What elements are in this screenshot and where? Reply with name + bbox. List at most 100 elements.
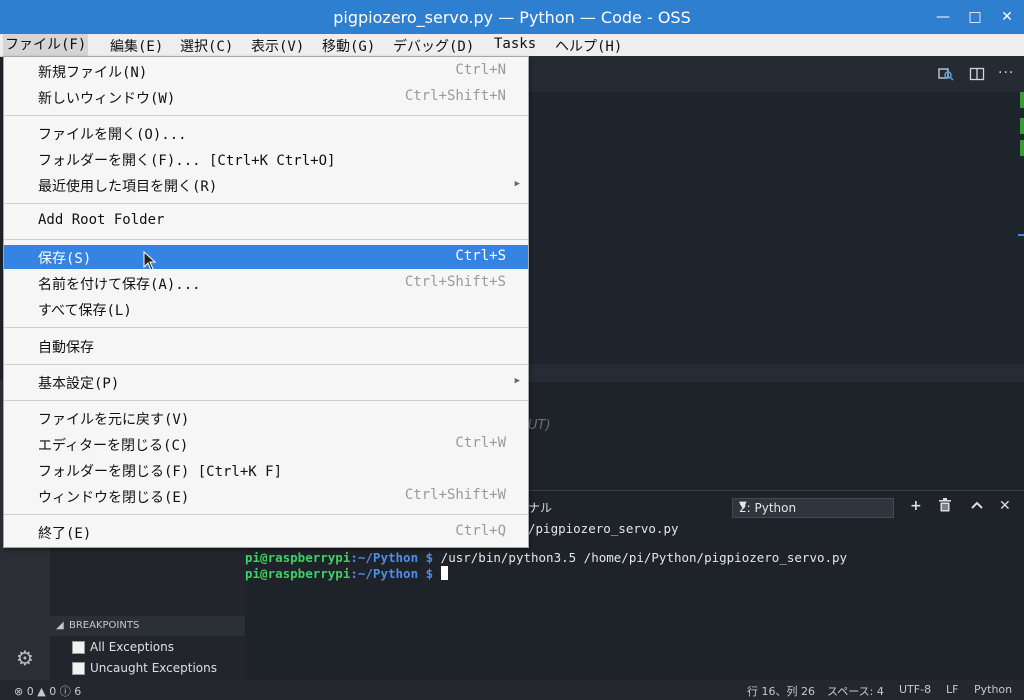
- menu-item-save-as[interactable]: 名前を付けて保存(A)... Ctrl+Shift+S: [4, 271, 528, 295]
- terminal-command: /usr/bin/python3.5 /home/pi/Python/pigpi…: [433, 550, 848, 565]
- menu-bar: ファイル(F) 編集(E) 選択(C) 表示(V) 移動(G) デバッグ(D) …: [0, 34, 1024, 57]
- menu-go[interactable]: 移動(G): [322, 36, 375, 56]
- menu-separator: [4, 115, 528, 116]
- output-hint: UT): [528, 418, 551, 433]
- close-panel-icon[interactable]: ✕: [999, 498, 1011, 514]
- menu-item-save-all[interactable]: すべて保存(L): [4, 297, 528, 321]
- menu-item-label: 新規ファイル(N): [38, 65, 148, 81]
- menu-item-revert-file[interactable]: ファイルを元に戻す(V): [4, 406, 528, 430]
- warning-icon: ▲: [37, 685, 46, 698]
- breakpoint-label: All Exceptions: [90, 640, 174, 654]
- close-button[interactable]: ✕: [996, 7, 1018, 27]
- menu-separator: [4, 203, 528, 204]
- tab-terminal[interactable]: ナル: [528, 499, 552, 516]
- menu-item-save[interactable]: 保存(S) Ctrl+S: [4, 245, 528, 269]
- menu-item-shortcut: Ctrl+N: [455, 62, 506, 78]
- menu-item-label: ファイルを開く(O)...: [38, 127, 187, 143]
- menu-item-label: 基本設定(P): [38, 376, 120, 392]
- maximize-button[interactable]: □: [964, 7, 986, 27]
- terminal-panel: ナル 2: Python ▼ + ✕ /pigpiozero_servo.py: [528, 490, 1024, 681]
- menu-item-label: すべて保存(L): [38, 303, 132, 319]
- menu-separator: [4, 327, 528, 328]
- indentation[interactable]: スペース: 4: [827, 683, 884, 699]
- menu-selection[interactable]: 選択(C): [180, 36, 233, 56]
- terminal-cursor: [440, 566, 448, 580]
- menu-item-label: 自動保存: [38, 340, 94, 356]
- warning-count: 0: [49, 685, 57, 698]
- end-of-line[interactable]: LF: [946, 683, 958, 696]
- problems-status[interactable]: ⊗ 0 ▲ 0 ⓘ 6: [14, 683, 81, 699]
- menu-item-exit[interactable]: 終了(E) Ctrl+Q: [4, 520, 528, 544]
- submenu-arrow-icon: ▶: [514, 376, 520, 386]
- menu-item-close-window[interactable]: ウィンドウを閉じる(E) Ctrl+Shift+W: [4, 484, 528, 508]
- mouse-cursor-icon: [143, 250, 157, 275]
- trash-icon[interactable]: [939, 498, 951, 516]
- menu-item-auto-save[interactable]: 自動保存: [4, 334, 528, 358]
- git-change-marker: [1020, 92, 1024, 108]
- menu-debug[interactable]: デバッグ(D): [393, 36, 474, 56]
- editor-content[interactable]: [528, 92, 1024, 382]
- maximize-panel-icon[interactable]: [971, 498, 983, 514]
- menu-item-new-file[interactable]: 新規ファイル(N) Ctrl+N: [4, 59, 528, 83]
- terminal-path: :~/Python $: [350, 566, 434, 581]
- menu-item-label: 保存(S): [38, 251, 92, 267]
- menu-item-close-editor[interactable]: エディターを閉じる(C) Ctrl+W: [4, 432, 528, 456]
- menu-help[interactable]: ヘルプ(H): [555, 36, 622, 56]
- info-icon: ⓘ: [59, 685, 71, 698]
- breakpoints-header[interactable]: ◢ BREAKPOINTS: [50, 616, 245, 636]
- menu-item-shortcut: Ctrl+Shift+S: [404, 274, 506, 290]
- terminal-user: pi@raspberrypi: [245, 566, 351, 581]
- menu-item-add-root-folder[interactable]: Add Root Folder: [4, 209, 528, 233]
- checkbox[interactable]: [72, 640, 85, 654]
- menu-item-label: ファイルを元に戻す(V): [38, 412, 190, 428]
- editor-tab-bar: ···: [528, 56, 1024, 92]
- menu-item-shortcut: Ctrl+Shift+N: [404, 88, 506, 104]
- menu-item-label: 名前を付けて保存(A)...: [38, 277, 201, 293]
- menu-item-label: ウィンドウを閉じる(E): [38, 490, 190, 506]
- more-actions-icon[interactable]: ···: [998, 65, 1014, 81]
- language-mode[interactable]: Python: [974, 683, 1012, 696]
- gear-icon[interactable]: ⚙: [16, 646, 34, 670]
- menu-item-preferences[interactable]: 基本設定(P) ▶: [4, 370, 528, 394]
- menu-item-label: フォルダーを開く(F)... [Ctrl+K Ctrl+O]: [38, 153, 336, 169]
- add-terminal-icon[interactable]: +: [910, 498, 922, 514]
- minimize-button[interactable]: —: [932, 7, 954, 27]
- checkbox[interactable]: [72, 661, 85, 675]
- terminal-select[interactable]: 2: Python ▼: [732, 498, 894, 518]
- git-change-marker: [1020, 118, 1024, 134]
- menu-item-label: 新しいウィンドウ(W): [38, 91, 176, 107]
- git-change-marker: [1020, 140, 1024, 156]
- menu-item-new-window[interactable]: 新しいウィンドウ(W) Ctrl+Shift+N: [4, 85, 528, 109]
- menu-separator: [4, 364, 528, 365]
- breakpoint-all-exceptions[interactable]: All Exceptions: [72, 640, 174, 654]
- breakpoints-title: BREAKPOINTS: [69, 620, 140, 631]
- encoding[interactable]: UTF-8: [899, 683, 931, 696]
- menu-item-open-folder[interactable]: フォルダーを開く(F)... [Ctrl+K Ctrl+O]: [4, 147, 528, 171]
- terminal-path: :~/Python $: [350, 550, 434, 565]
- breakpoint-uncaught-exceptions[interactable]: Uncaught Exceptions: [72, 661, 217, 675]
- menu-item-open-recent[interactable]: 最近使用した項目を開く(R) ▶: [4, 173, 528, 197]
- menu-item-shortcut: Ctrl+Q: [455, 523, 506, 539]
- menu-item-label: Add Root Folder: [38, 212, 165, 228]
- menu-item-label: エディターを閉じる(C): [38, 438, 189, 454]
- menu-item-shortcut: Ctrl+W: [455, 435, 506, 451]
- menu-separator: [4, 239, 528, 240]
- window-title: pigpiozero_servo.py — Python — Code - OS…: [333, 8, 691, 27]
- current-line-highlight: [528, 364, 1024, 382]
- menu-tasks[interactable]: Tasks: [494, 36, 536, 52]
- split-editor-icon[interactable]: [969, 66, 985, 86]
- menu-view[interactable]: 表示(V): [251, 36, 304, 56]
- menu-item-close-folder[interactable]: フォルダーを閉じる(F) [Ctrl+K F]: [4, 458, 528, 482]
- submenu-arrow-icon: ▶: [514, 179, 520, 189]
- collapse-icon: ◢: [56, 620, 64, 631]
- menu-file[interactable]: ファイル(F): [3, 34, 89, 56]
- menu-item-label: 終了(E): [38, 526, 92, 542]
- terminal-user: pi@raspberrypi: [245, 550, 351, 565]
- menu-edit[interactable]: 編集(E): [110, 36, 163, 56]
- menu-item-open-file[interactable]: ファイルを開く(O)...: [4, 121, 528, 145]
- menu-item-label: フォルダーを閉じる(F) [Ctrl+K F]: [38, 464, 283, 480]
- cursor-position[interactable]: 行 16、列 26: [747, 683, 815, 699]
- status-bar: ⊗ 0 ▲ 0 ⓘ 6 行 16、列 26 スペース: 4 UTF-8 LF P…: [0, 680, 1024, 700]
- open-changes-icon[interactable]: [938, 66, 954, 86]
- title-bar: pigpiozero_servo.py — Python — Code - OS…: [0, 0, 1024, 34]
